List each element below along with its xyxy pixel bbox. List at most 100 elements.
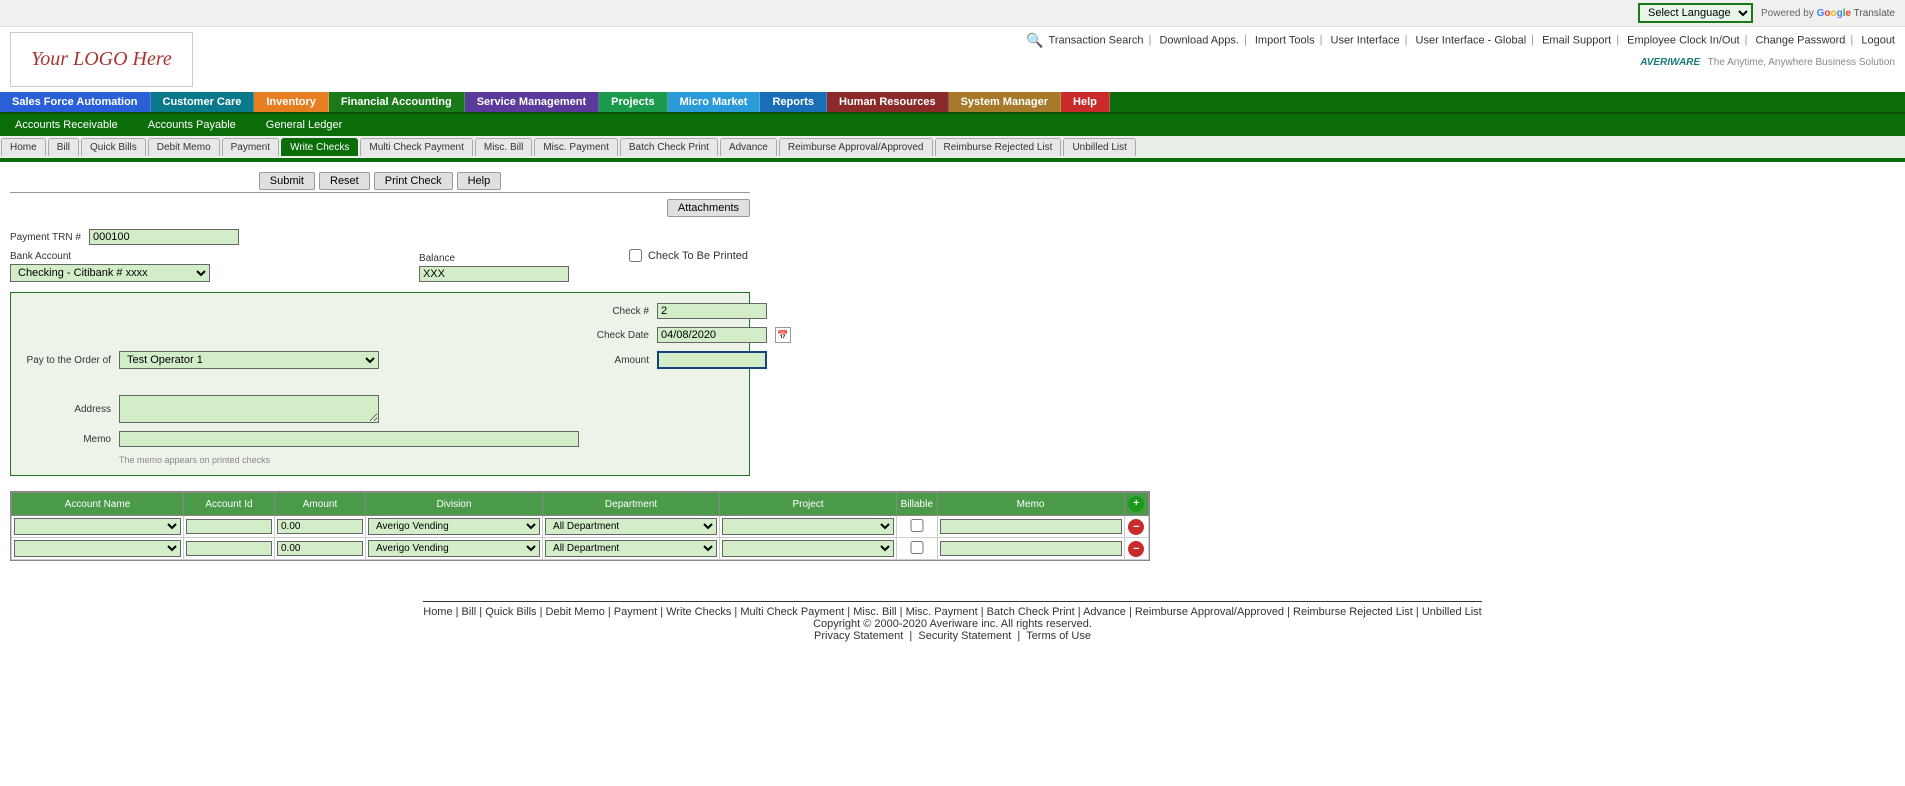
- tab-human-resources[interactable]: Human Resources: [827, 92, 949, 112]
- check-panel: Pay to the Order of Test Operator 1 Addr…: [10, 292, 750, 476]
- pill-debit-memo[interactable]: Debit Memo: [148, 138, 220, 156]
- sub-nav: Accounts Receivable Accounts Payable Gen…: [0, 114, 1905, 136]
- balance-input[interactable]: [419, 266, 569, 282]
- pill-bill[interactable]: Bill: [48, 138, 79, 156]
- import-tools-link[interactable]: Import Tools: [1255, 34, 1315, 46]
- pill-misc-payment[interactable]: Misc. Payment: [534, 138, 618, 156]
- pill-advance[interactable]: Advance: [720, 138, 777, 156]
- subtab-accounts-payable[interactable]: Accounts Payable: [133, 116, 251, 134]
- row-memo-input[interactable]: [940, 519, 1122, 534]
- check-date-label: Check Date: [579, 330, 649, 341]
- search-icon: 🔍: [1026, 32, 1043, 48]
- user-interface-link[interactable]: User Interface: [1331, 34, 1400, 46]
- row-account-name-select[interactable]: [14, 540, 181, 557]
- terms-of-use-link[interactable]: Terms of Use: [1026, 630, 1091, 642]
- subtab-accounts-receivable[interactable]: Accounts Receivable: [0, 116, 133, 134]
- pill-multi-check-payment[interactable]: Multi Check Payment: [360, 138, 472, 156]
- row-account-id-input[interactable]: [186, 541, 272, 556]
- check-num-input[interactable]: [657, 303, 767, 319]
- check-date-input[interactable]: [657, 327, 767, 343]
- security-statement-link[interactable]: Security Statement: [918, 630, 1011, 642]
- row-account-name-select[interactable]: [14, 518, 181, 535]
- calendar-icon[interactable]: 📅: [775, 327, 791, 343]
- row-billable-checkbox[interactable]: [899, 519, 934, 532]
- transaction-search-link[interactable]: Transaction Search: [1049, 34, 1144, 46]
- employee-clock-link[interactable]: Employee Clock In/Out: [1627, 34, 1740, 46]
- pill-quick-bills[interactable]: Quick Bills: [81, 138, 146, 156]
- subtab-general-ledger[interactable]: General Ledger: [251, 116, 357, 134]
- footer-links[interactable]: Home | Bill | Quick Bills | Debit Memo |…: [423, 601, 1482, 618]
- logout-link[interactable]: Logout: [1861, 34, 1895, 46]
- balance-label: Balance: [419, 253, 455, 264]
- pay-to-order-label: Pay to the Order of: [21, 355, 111, 366]
- col-account-id: Account Id: [183, 493, 274, 516]
- row-billable-checkbox[interactable]: [899, 541, 934, 554]
- privacy-statement-link[interactable]: Privacy Statement: [814, 630, 903, 642]
- copyright-text: Copyright © 2000-2020 Averiware inc. All…: [10, 618, 1895, 630]
- change-password-link[interactable]: Change Password: [1756, 34, 1846, 46]
- amount-input[interactable]: [657, 351, 767, 369]
- tab-financial-accounting[interactable]: Financial Accounting: [329, 92, 465, 112]
- row-project-select[interactable]: [722, 518, 894, 535]
- pay-to-order-select[interactable]: Test Operator 1: [119, 351, 379, 369]
- row-division-select[interactable]: Averigo Vending: [368, 540, 540, 557]
- memo-input[interactable]: [119, 431, 579, 447]
- tab-sales-force-automation[interactable]: Sales Force Automation: [0, 92, 151, 112]
- pill-reimburse-approval[interactable]: Reimburse Approval/Approved: [779, 138, 933, 156]
- user-interface-global-link[interactable]: User Interface - Global: [1416, 34, 1527, 46]
- row-account-id-input[interactable]: [186, 519, 272, 534]
- pill-reimburse-rejected[interactable]: Reimburse Rejected List: [935, 138, 1062, 156]
- help-button[interactable]: Help: [457, 172, 502, 190]
- pill-home[interactable]: Home: [1, 138, 46, 156]
- download-apps-link[interactable]: Download Apps.: [1159, 34, 1239, 46]
- memo-note: The memo appears on printed checks: [119, 455, 579, 465]
- add-row-icon[interactable]: +: [1128, 496, 1144, 512]
- reset-button[interactable]: Reset: [319, 172, 370, 190]
- col-billable: Billable: [897, 493, 937, 516]
- line-items-grid: Account Name Account Id Amount Division …: [10, 491, 1150, 561]
- pill-unbilled-list[interactable]: Unbilled List: [1063, 138, 1135, 156]
- check-to-be-printed-checkbox[interactable]: [629, 249, 642, 262]
- tagline: AVERIWARE The Anytime, Anywhere Business…: [1640, 57, 1895, 68]
- amount-label: Amount: [579, 355, 649, 366]
- tab-customer-care[interactable]: Customer Care: [151, 92, 255, 112]
- attachments-button[interactable]: Attachments: [667, 199, 750, 217]
- tab-service-management[interactable]: Service Management: [465, 92, 599, 112]
- tab-inventory[interactable]: Inventory: [254, 92, 329, 112]
- row-amount-input[interactable]: [277, 519, 363, 534]
- address-textarea[interactable]: [119, 395, 379, 423]
- delete-row-icon[interactable]: −: [1128, 519, 1144, 535]
- col-department: Department: [543, 493, 720, 516]
- payment-trn-input[interactable]: [89, 229, 239, 245]
- pill-misc-bill[interactable]: Misc. Bill: [475, 138, 532, 156]
- row-division-select[interactable]: Averigo Vending: [368, 518, 540, 535]
- table-row: Averigo Vending All Department −: [12, 516, 1149, 538]
- row-project-select[interactable]: [722, 540, 894, 557]
- col-account-name: Account Name: [12, 493, 184, 516]
- row-amount-input[interactable]: [277, 541, 363, 556]
- pill-write-checks[interactable]: Write Checks: [281, 138, 358, 156]
- table-row: Averigo Vending All Department −: [12, 538, 1149, 560]
- col-amount: Amount: [274, 493, 365, 516]
- delete-row-icon[interactable]: −: [1128, 541, 1144, 557]
- bank-account-select[interactable]: Checking - Citibank # xxxx: [10, 264, 210, 282]
- bank-account-label: Bank Account: [10, 251, 71, 262]
- row-department-select[interactable]: All Department: [545, 518, 717, 535]
- email-support-link[interactable]: Email Support: [1542, 34, 1611, 46]
- tab-system-manager[interactable]: System Manager: [949, 92, 1061, 112]
- print-check-button[interactable]: Print Check: [374, 172, 453, 190]
- language-select[interactable]: Select Language: [1638, 3, 1753, 23]
- sub-nav-2: Home Bill Quick Bills Debit Memo Payment…: [0, 136, 1905, 162]
- tab-reports[interactable]: Reports: [760, 92, 827, 112]
- logo: Your LOGO Here: [10, 32, 193, 87]
- col-division: Division: [366, 493, 543, 516]
- pill-payment[interactable]: Payment: [222, 138, 279, 156]
- tab-help[interactable]: Help: [1061, 92, 1110, 112]
- row-department-select[interactable]: All Department: [545, 540, 717, 557]
- submit-button[interactable]: Submit: [259, 172, 315, 190]
- tab-projects[interactable]: Projects: [599, 92, 667, 112]
- tab-micro-market[interactable]: Micro Market: [668, 92, 761, 112]
- powered-by-label: Powered by Google Translate: [1761, 8, 1895, 19]
- row-memo-input[interactable]: [940, 541, 1122, 556]
- pill-batch-check-print[interactable]: Batch Check Print: [620, 138, 718, 156]
